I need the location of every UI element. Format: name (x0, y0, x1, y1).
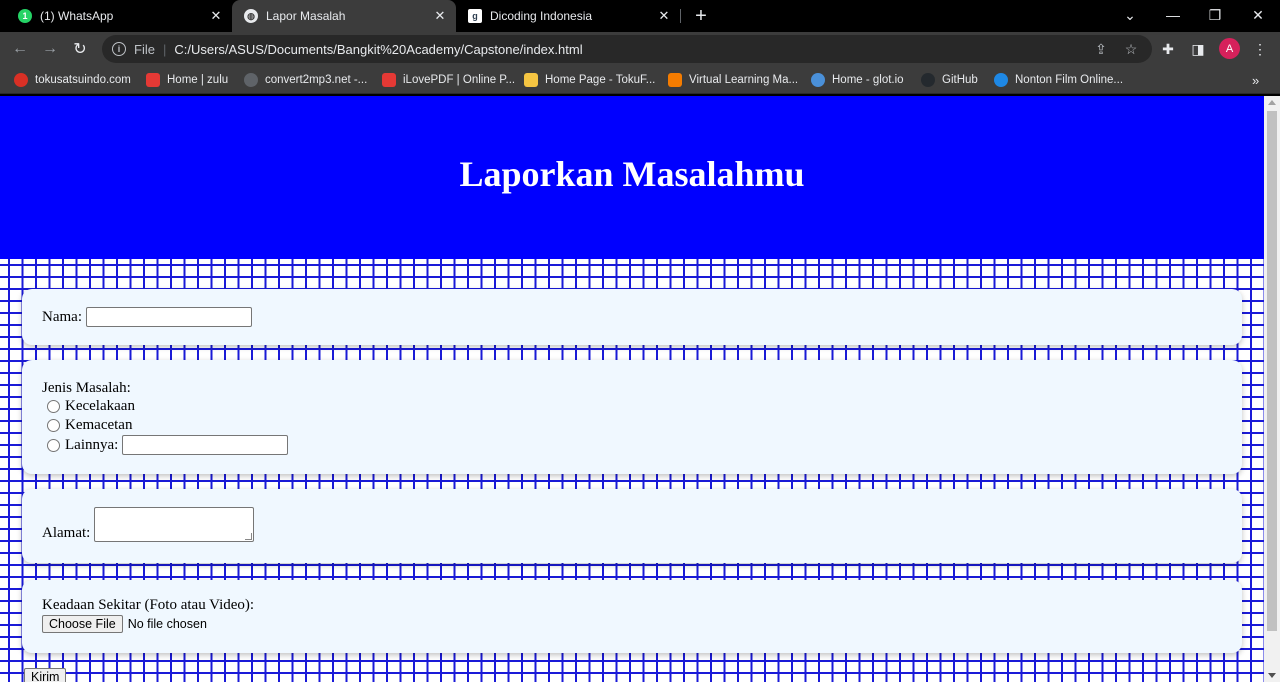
menu-kebab-icon[interactable]: ⋮ (1250, 39, 1270, 59)
kecelakaan-label: Kecelakaan (65, 398, 135, 414)
reload-icon[interactable]: ↻ (68, 37, 92, 61)
bookmark-label: Virtual Learning Ma... (689, 74, 799, 86)
scroll-thumb[interactable] (1267, 111, 1277, 631)
bookmark-label: tokusatsuindo.com (35, 74, 131, 86)
lainnya-radio[interactable] (47, 438, 60, 452)
nama-label: Nama: (42, 308, 82, 325)
tab-title: Lapor Masalah (266, 9, 346, 23)
bookmark-favicon-icon (146, 73, 160, 87)
option-lainnya[interactable]: Lainnya: (42, 435, 289, 455)
keadaan-label-row: Keadaan Sekitar (Foto atau Video): (42, 597, 254, 614)
submit-button[interactable]: Kirim (24, 668, 67, 682)
side-panel-icon[interactable]: ◨ (1188, 39, 1208, 59)
bookmark-favicon-icon (382, 73, 396, 87)
bookmark-label: Nonton Film Online... (1015, 74, 1124, 86)
divider: | (162, 41, 167, 57)
kemacetan-radio[interactable] (47, 419, 60, 432)
tab-search-chevron-icon[interactable]: ⌄ (1118, 4, 1142, 26)
jenis-masalah-label: Jenis Masalah: (42, 380, 131, 396)
tab-title: Dicoding Indonesia (490, 9, 593, 23)
option-kecelakaan[interactable]: Kecelakaan (42, 398, 135, 415)
address-bar[interactable]: i File | C:/Users/ASUS/Documents/Bangkit… (102, 35, 1152, 63)
browser-toolbar: ← → ↻ i File | C:/Users/ASUS/Documents/B… (0, 32, 1280, 66)
window-close-icon[interactable]: ✕ (1246, 4, 1270, 26)
tab-title: (1) WhatsApp (40, 9, 114, 23)
bookmark-favicon-icon (668, 73, 682, 87)
minimize-icon[interactable]: — (1161, 4, 1185, 26)
bookmark-label: convert2mp3.net -... (265, 74, 368, 86)
alamat-section: Alamat: (22, 489, 1242, 563)
page-viewport: Laporkan Masalahmu Nama: Jenis Masalah: … (0, 96, 1264, 682)
bookmark-label: GitHub (942, 74, 978, 86)
url-text: C:/Users/ASUS/Documents/Bangkit%20Academ… (174, 41, 583, 57)
bookmark-item[interactable]: GitHub (921, 71, 978, 89)
bookmark-label: Home - glot.io (832, 74, 904, 86)
scroll-up-arrow-icon[interactable] (1268, 100, 1276, 105)
close-icon[interactable]: ✕ (656, 8, 672, 24)
alamat-label: Alamat: (42, 525, 91, 541)
nama-input[interactable] (85, 307, 252, 327)
globe-icon: ◍ (244, 9, 258, 23)
keadaan-label: Keadaan Sekitar (Foto atau Video): (42, 597, 255, 613)
jenis-label-row: Jenis Masalah: (42, 380, 131, 397)
tab-whatsapp[interactable]: 1 (1) WhatsApp ✕ (0, 0, 232, 32)
info-icon[interactable]: i (112, 42, 126, 56)
kemacetan-label: Kemacetan (65, 417, 133, 433)
tab-strip: 1 (1) WhatsApp ✕ ◍ Lapor Masalah ✕ g Dic… (0, 0, 1280, 32)
back-arrow-icon[interactable]: ← (8, 37, 32, 61)
bookmark-item[interactable]: Home | zulu (146, 71, 228, 89)
nama-row: Nama: (42, 307, 252, 327)
bookmark-item[interactable]: Virtual Learning Ma... (668, 71, 798, 89)
bookmark-item[interactable]: Home - glot.io (811, 71, 904, 89)
bookmark-favicon-icon (811, 73, 825, 87)
bookmarks-bar: tokusatsuindo.com Home | zulu convert2mp… (0, 66, 1280, 94)
lainnya-input[interactable] (122, 435, 289, 455)
profile-avatar[interactable]: A (1219, 38, 1240, 59)
jenis-masalah-section: Jenis Masalah: Kecelakaan Kemacetan Lain… (22, 360, 1242, 474)
scroll-down-arrow-icon[interactable] (1268, 673, 1276, 678)
bookmark-star-icon[interactable]: ☆ (1122, 40, 1140, 58)
alamat-textarea[interactable] (94, 507, 255, 542)
page-title: Laporkan Masalahmu (459, 153, 805, 194)
nama-section: Nama: (22, 289, 1242, 345)
tab-separator (680, 9, 681, 23)
forward-arrow-icon[interactable]: → (38, 37, 62, 61)
bookmark-item[interactable]: Home Page - TokuF... (524, 71, 655, 89)
file-row: Choose File No file chosen (42, 615, 207, 633)
bookmark-item[interactable]: Nonton Film Online... (994, 71, 1123, 89)
whatsapp-icon: 1 (18, 9, 32, 23)
close-icon[interactable]: ✕ (432, 8, 448, 24)
bookmark-item[interactable]: iLovePDF | Online P... (382, 71, 515, 89)
bookmark-label: Home Page - TokuF... (545, 74, 656, 86)
alamat-row: Alamat: (42, 507, 255, 542)
bookmark-favicon-icon (244, 73, 258, 87)
new-tab-plus-icon[interactable]: + (690, 5, 712, 27)
url-scheme: File (134, 41, 155, 57)
keadaan-section: Keadaan Sekitar (Foto atau Video): Choos… (22, 580, 1242, 653)
choose-file-button[interactable]: Choose File (42, 615, 123, 633)
bookmark-favicon-icon (524, 73, 538, 87)
restore-icon[interactable]: ❐ (1203, 4, 1227, 26)
more-bookmarks-icon[interactable]: » (1252, 71, 1259, 89)
page-header: Laporkan Masalahmu (0, 96, 1264, 259)
lainnya-label: Lainnya: (65, 436, 119, 453)
option-kemacetan[interactable]: Kemacetan (42, 417, 132, 434)
bookmark-favicon-icon (921, 73, 935, 87)
share-icon[interactable]: ⇪ (1092, 40, 1110, 58)
kecelakaan-radio[interactable] (47, 400, 60, 413)
bookmark-label: Home | zulu (167, 74, 229, 86)
extensions-puzzle-icon[interactable]: ✚ (1158, 39, 1178, 59)
bookmark-item[interactable]: tokusatsuindo.com (14, 71, 131, 89)
bookmark-favicon-icon (994, 73, 1008, 87)
bookmark-favicon-icon (14, 73, 28, 87)
page-scrollbar[interactable] (1264, 96, 1280, 682)
bookmark-label: iLovePDF | Online P... (403, 74, 516, 86)
tab-dicoding[interactable]: g Dicoding Indonesia ✕ (456, 0, 680, 32)
tab-lapor-masalah[interactable]: ◍ Lapor Masalah ✕ (232, 0, 456, 32)
dicoding-icon: g (468, 9, 482, 23)
file-status: No file chosen (127, 617, 207, 631)
bookmark-item[interactable]: convert2mp3.net -... (244, 71, 367, 89)
close-icon[interactable]: ✕ (208, 8, 224, 24)
